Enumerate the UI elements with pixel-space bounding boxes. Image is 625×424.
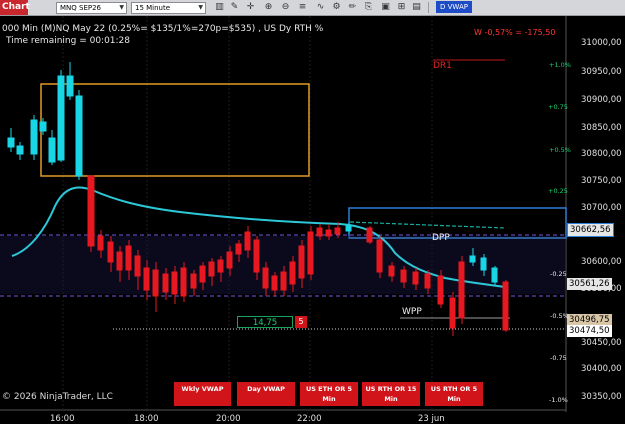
us-rth-or-5-min-button[interactable]: US RTH OR 5 Min — [425, 382, 483, 406]
button-label: Min — [447, 395, 461, 403]
vwap-dashed — [349, 221, 506, 229]
pct-tick: -0.25 — [550, 270, 567, 278]
time-tick: 16:00 — [50, 414, 75, 424]
wpp-label: WPP — [402, 307, 422, 317]
day-vwap-button[interactable]: Day VWAP — [237, 382, 295, 406]
price-tick: 30600,00 — [581, 257, 622, 267]
pct-tick: +0.5% — [549, 146, 571, 154]
vwap-price-badge: 30561,26 — [567, 278, 612, 290]
last-price-badge: 30474,50 — [567, 325, 612, 337]
button-label: Min — [322, 395, 336, 403]
dr1-label: DR1 — [433, 61, 452, 71]
price-tick: 30400,00 — [581, 364, 622, 374]
price-chart[interactable] — [0, 0, 625, 424]
button-label: Day VWAP — [247, 385, 285, 393]
pct-tick: -1.0% — [549, 396, 568, 404]
us-eth-or-5-min-button[interactable]: US ETH OR 5 Min — [300, 382, 358, 406]
price-tick: 30800,00 — [581, 149, 622, 159]
button-label: Wkly VWAP — [181, 385, 224, 393]
order-count-box[interactable]: 5 — [295, 316, 307, 328]
price-tick: 30450,00 — [581, 338, 622, 348]
time-tick: 18:00 — [134, 414, 159, 424]
pct-tick: +0.75 — [548, 103, 568, 111]
weekly-vwap-button[interactable]: Wkly VWAP — [174, 382, 231, 406]
price-tick: 30950,00 — [581, 67, 622, 77]
copyright-text: © 2026 NinjaTrader, LLC — [2, 392, 113, 402]
price-tick: 30750,00 — [581, 176, 622, 186]
us-rth-or-15-min-button[interactable]: US RTH OR 15 Min — [362, 382, 420, 406]
price-tick: 31000,00 — [581, 38, 622, 48]
button-label: US ETH OR 5 — [305, 385, 353, 393]
pct-tick: +0.25 — [548, 187, 568, 195]
time-tick: 20:00 — [216, 414, 241, 424]
time-tick: 22:00 — [297, 414, 322, 424]
pct-tick: -0.75 — [550, 354, 567, 362]
candles-up — [7, 62, 83, 180]
time-remaining: Time remaining = 00:01:28 — [6, 36, 131, 46]
time-tick: 23 jun — [418, 414, 445, 424]
price-tick: 30850,00 — [581, 123, 622, 133]
grid-verticals — [62, 16, 433, 410]
pct-tick: -0.5% — [550, 312, 569, 320]
button-label: US RTH OR 15 — [365, 385, 417, 393]
button-label: Min — [384, 395, 398, 403]
dpp-price-badge: 30662,56 — [567, 223, 614, 237]
button-label: US RTH OR 5 — [430, 385, 478, 393]
price-tick: 30350,00 — [581, 392, 622, 402]
dpp-label: DPP — [432, 233, 450, 243]
order-quantity-box[interactable]: 14,75 — [237, 316, 293, 328]
pnl-label: W -0,57% = -175,50 — [474, 28, 556, 37]
instrument-info: 000 Min (M)NQ May 22 (0.25%= $135/1%=270… — [2, 24, 324, 34]
price-tick: 30700,00 — [581, 203, 622, 213]
pct-tick: +1.0% — [549, 61, 571, 69]
price-tick: 30900,00 — [581, 95, 622, 105]
